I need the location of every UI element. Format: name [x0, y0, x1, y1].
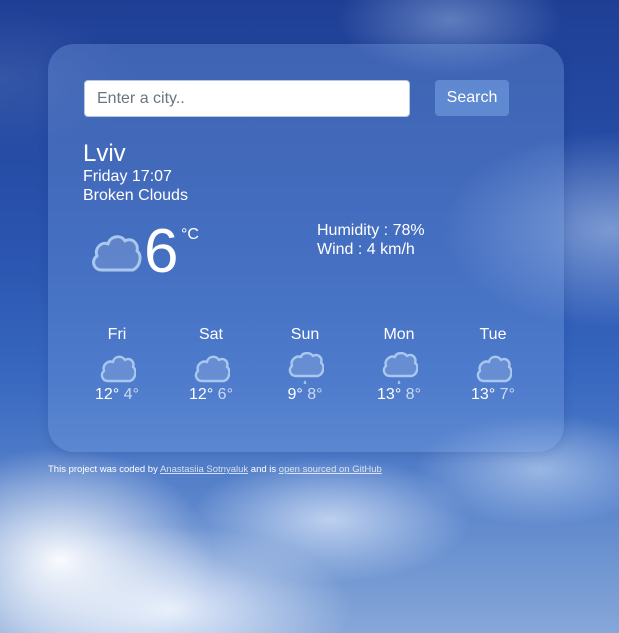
forecast-max-temp: 9° — [287, 386, 303, 403]
cloud-icon — [100, 355, 136, 383]
city-search-input[interactable] — [84, 80, 410, 117]
wind-speed: Wind : 4 km/h — [317, 241, 415, 258]
forecast-day: Fri 12° 4° — [72, 326, 162, 404]
forecast-min-temp: 7° — [499, 386, 515, 403]
forecast-min-temp: 4° — [123, 386, 139, 403]
author-link[interactable]: Anastasiia Sotnyaluk — [160, 464, 248, 475]
forecast-min-temp: 8° — [307, 386, 323, 403]
forecast-day: Sat 12° 6° — [166, 326, 256, 404]
forecast-day-name: Sun — [290, 326, 320, 343]
forecast-min-temp: 8° — [405, 386, 421, 403]
city-name: Lviv — [83, 140, 126, 167]
footer-prefix: This project was coded by — [48, 464, 160, 475]
github-link[interactable]: open sourced on GitHub — [279, 464, 382, 475]
forecast-max-temp: 13° — [471, 386, 496, 403]
cloud-icon — [92, 235, 142, 272]
search-button[interactable]: Search — [435, 80, 509, 116]
forecast-temps: 13° 7° — [448, 386, 538, 404]
forecast-temps: 13° 8° — [354, 386, 444, 404]
cloud-icon — [476, 355, 512, 383]
forecast-day-name: Sat — [198, 326, 223, 343]
forecast-day-name: Tue — [479, 326, 507, 343]
forecast-temps: 9° 8° — [260, 386, 350, 404]
cloud-icon — [194, 355, 230, 383]
forecast: Fri 12° 4° Sat 12° 6° Sun 9° 8° Mon 13° … — [72, 326, 542, 416]
current-datetime: Friday 17:07 — [83, 168, 172, 185]
forecast-max-temp: 13° — [377, 386, 402, 403]
humidity: Humidity : 78% — [317, 222, 425, 239]
forecast-temps: 12° 4° — [72, 386, 162, 404]
forecast-day: Tue 13° 7° — [448, 326, 538, 404]
forecast-temps: 12° 6° — [166, 386, 256, 404]
weather-description: Broken Clouds — [83, 187, 188, 204]
current-temperature: 6 — [144, 217, 179, 286]
forecast-max-temp: 12° — [189, 386, 214, 403]
weather-card: Search Lviv Friday 17:07 Broken Clouds 6… — [48, 44, 564, 452]
forecast-day: Mon 13° 8° — [354, 326, 444, 404]
forecast-day: Sun 9° 8° — [260, 326, 350, 404]
forecast-day-name: Mon — [383, 326, 415, 343]
rain-cloud-icon — [382, 352, 418, 385]
footer-middle: and is — [248, 464, 279, 475]
temperature-unit[interactable]: °C — [181, 226, 199, 244]
forecast-day-name: Fri — [107, 326, 127, 343]
forecast-max-temp: 12° — [95, 386, 120, 403]
forecast-min-temp: 6° — [217, 386, 233, 403]
footer: This project was coded by Anastasiia Sot… — [48, 464, 382, 475]
rain-cloud-icon — [288, 352, 324, 385]
